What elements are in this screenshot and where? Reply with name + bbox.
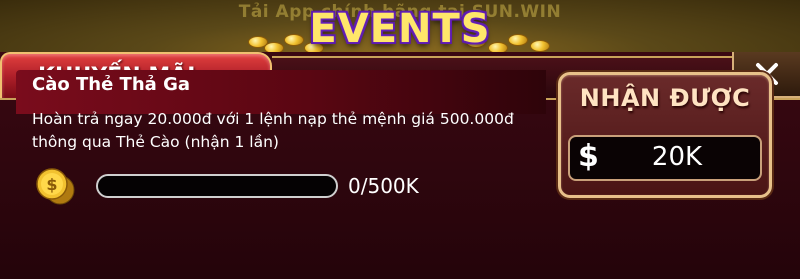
event-title: Cào Thẻ Thả Ga <box>32 74 190 95</box>
event-description-line-2: thông qua Thẻ Cào (nhận 1 lần) <box>32 133 279 151</box>
progress-text: 0/500K <box>348 174 419 198</box>
reward-amount: 20K <box>651 142 703 172</box>
svg-text:$: $ <box>46 175 57 194</box>
coin-icon: $ <box>36 168 75 205</box>
reward-title: NHẬN ĐƯỢC <box>579 84 751 112</box>
dollar-icon: $ <box>578 139 599 174</box>
event-description: Hoàn trả ngay 20.000đ với 1 lệnh nạp thẻ… <box>32 108 552 154</box>
progress-bar <box>96 174 338 198</box>
event-description-line-1: Hoàn trả ngay 20.000đ với 1 lệnh nạp thẻ… <box>32 110 514 128</box>
events-title: EVENTS <box>309 6 491 52</box>
